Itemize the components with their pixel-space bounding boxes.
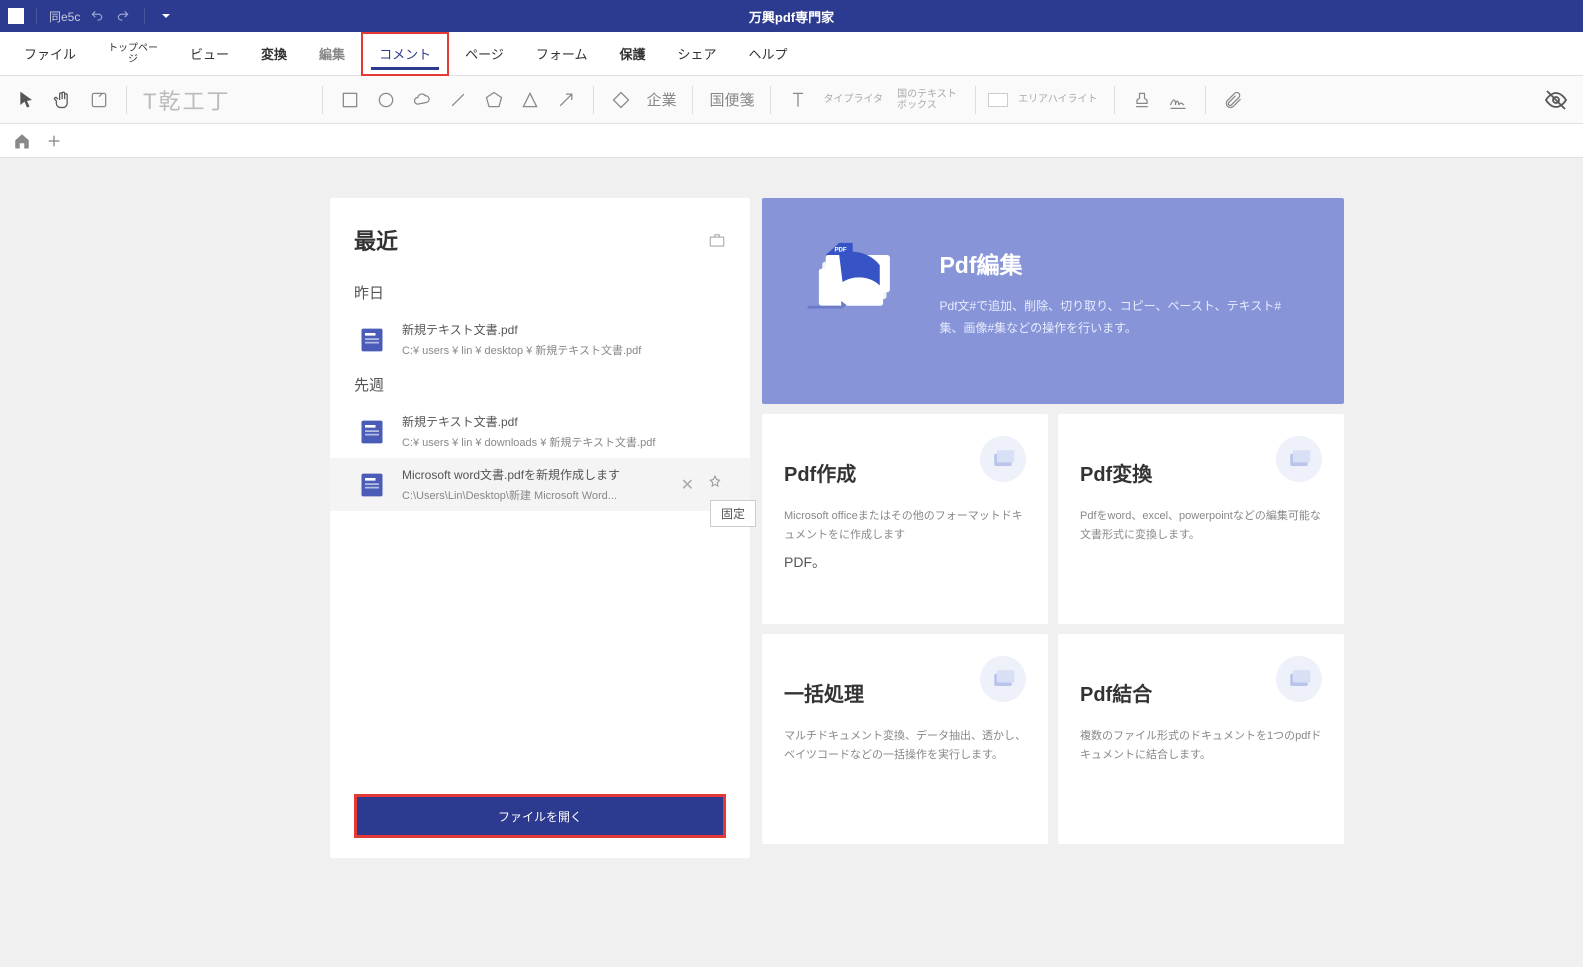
card-desc: Microsoft officeまたはその他のフォーマットドキュメントをに作成し… [784,507,1026,544]
app-title: 万興pdf専門家 [749,7,834,26]
home-tab-icon[interactable] [12,131,32,151]
batch-process-card[interactable]: 一括処理 マルチドキュメント変換、データ抽出、透かし、ベイツコードなどの一括操作… [762,634,1048,844]
menu-convert[interactable]: 変換 [245,32,303,76]
file-name: 新規テキスト文書.pdf [402,321,722,338]
recent-file-item[interactable]: 新規テキスト文書.pdf C:¥ users ¥ lin ¥ downloads… [354,405,726,458]
dropdown-icon[interactable] [157,7,175,25]
signature-icon[interactable] [1163,85,1193,115]
recent-file-item[interactable]: Microsoft word文書.pdfを新規作成します C:\Users\Li… [330,458,750,511]
card-desc: 複数のファイル形式のドキュメントを1つのpdfドキュメントに結合します。 [1080,727,1322,764]
separator [975,86,976,114]
card-desc: Pdfをword、excel、powerpointなどの編集可能な文書形式に変換… [1080,507,1322,544]
file-name: Microsoft word文書.pdfを新規作成します [402,466,665,483]
pin-tooltip: 固定 [710,500,756,527]
file-path: C:\Users\Lin\Desktop\新建 Microsoft Word..… [402,487,665,503]
title-bar: 同e5c 万興pdf専門家 [0,0,1583,32]
convert-card-icon [1276,436,1322,482]
stamp-icon[interactable] [1127,85,1157,115]
menu-bar: ファイル トップペー ジ ビュー 変換 編集 コメント ページ フォーム 保護 … [0,32,1583,76]
attachment-icon[interactable] [1218,85,1248,115]
menu-help[interactable]: ヘルプ [732,32,803,76]
menu-comment[interactable]: コメント [361,32,449,76]
briefcase-icon[interactable] [708,231,726,249]
menu-file[interactable]: ファイル [8,32,92,76]
pdf-convert-card[interactable]: Pdf変換 Pdfをword、excel、powerpointなどの編集可能な文… [1058,414,1344,624]
home-content: 最近 昨日 新規テキスト文書.pdf C:¥ users ¥ lin ¥ des… [0,158,1583,858]
recent-file-item[interactable]: 新規テキスト文書.pdf C:¥ users ¥ lin ¥ desktop ¥… [354,313,726,366]
feature-title: Pdf編集 [939,246,1304,280]
triangle-shape-icon[interactable] [515,85,545,115]
separator [770,86,771,114]
open-file-button[interactable]: ファイルを開く [354,794,726,838]
text-markup-tools[interactable]: T乾工丁 [139,84,234,116]
separator [1114,86,1115,114]
rectangle-shape-icon[interactable] [335,85,365,115]
separator [593,86,594,114]
pin-recent-icon[interactable] [708,475,722,495]
hide-comments-icon[interactable] [1541,85,1571,115]
comment-toolbar: T乾工丁 企業 国便箋 タイプライタ 国のテキストボックス エリアハイライト [0,76,1583,124]
card-desc2: PDF。 [784,552,1026,572]
pdf-file-icon [358,418,386,446]
feature-cards: PDF Pdf編集 Pdf文#で追加、削除、切り取り、コピー、ペースト、テキスト… [762,198,1344,858]
menu-top[interactable]: トップペー ジ [92,32,174,76]
menu-edit[interactable]: 編集 [303,32,361,76]
pdf-edit-feature-card[interactable]: PDF Pdf編集 Pdf文#で追加、削除、切り取り、コピー、ペースト、テキスト… [762,198,1344,404]
recent-panel: 最近 昨日 新規テキスト文書.pdf C:¥ users ¥ lin ¥ des… [330,198,750,858]
file-path: C:¥ users ¥ lin ¥ downloads ¥ 新規テキスト文書.p… [402,434,722,450]
feature-desc: Pdf文#で追加、削除、切り取り、コピー、ペースト、テキスト#集、画像#集などの… [939,296,1304,339]
menu-page[interactable]: ページ [449,32,520,76]
area-highlight-label[interactable]: エリアハイライト [1014,94,1101,105]
line-shape-icon[interactable] [443,85,473,115]
typewriter-icon[interactable] [783,85,813,115]
menu-view[interactable]: ビュー [174,32,245,76]
typewriter-label: タイプライタ [819,94,887,105]
arrow-shape-icon[interactable] [551,85,581,115]
recent-title: 最近 [354,224,398,256]
document-name: 同e5c [49,8,80,25]
cloud-shape-icon[interactable] [407,85,437,115]
separator [692,86,693,114]
pdf-file-icon [358,326,386,354]
create-card-icon [980,436,1026,482]
stationery-tool[interactable]: 国便箋 [705,89,758,110]
pdf-file-icon [358,471,386,499]
hand-tool-icon[interactable] [48,85,78,115]
divider [144,8,145,24]
circle-shape-icon[interactable] [371,85,401,115]
separator [322,86,323,114]
textbox-label[interactable]: 国のテキストボックス [893,89,963,111]
menu-share[interactable]: シェア [661,32,732,76]
pdf-create-card[interactable]: Pdf作成 Microsoft officeまたはその他のフォーマットドキュメン… [762,414,1048,624]
tab-bar [0,124,1583,158]
section-yesterday: 昨日 [354,282,726,303]
divider [36,8,37,24]
pdf-merge-card[interactable]: Pdf結合 複数のファイル形式のドキュメントを1つのpdfドキュメントに結合しま… [1058,634,1344,844]
undo-icon[interactable] [88,7,106,25]
pdf-edit-illustration: PDF [802,228,903,368]
card-desc: マルチドキュメント変換、データ抽出、透かし、ベイツコードなどの一括操作を実行しま… [784,727,1026,764]
separator [1205,86,1206,114]
redo-icon[interactable] [114,7,132,25]
diamond-shape-icon[interactable] [606,85,636,115]
menu-form[interactable]: フォーム [520,32,604,76]
note-tool-icon[interactable] [84,85,114,115]
biz-tool[interactable]: 企業 [642,89,680,110]
file-name: 新規テキスト文書.pdf [402,413,722,430]
section-lastweek: 先週 [354,374,726,395]
merge-card-icon [1276,656,1322,702]
file-path: C:¥ users ¥ lin ¥ desktop ¥ 新規テキスト文書.pdf [402,342,722,358]
pointer-tool-icon[interactable] [12,85,42,115]
batch-card-icon [980,656,1026,702]
new-tab-icon[interactable] [44,131,64,151]
menu-protect[interactable]: 保護 [603,32,661,76]
app-logo-icon [8,8,24,24]
polygon-shape-icon[interactable] [479,85,509,115]
separator [126,86,127,114]
remove-recent-icon[interactable]: ✕ [681,475,694,495]
highlight-color-icon[interactable] [988,93,1008,107]
